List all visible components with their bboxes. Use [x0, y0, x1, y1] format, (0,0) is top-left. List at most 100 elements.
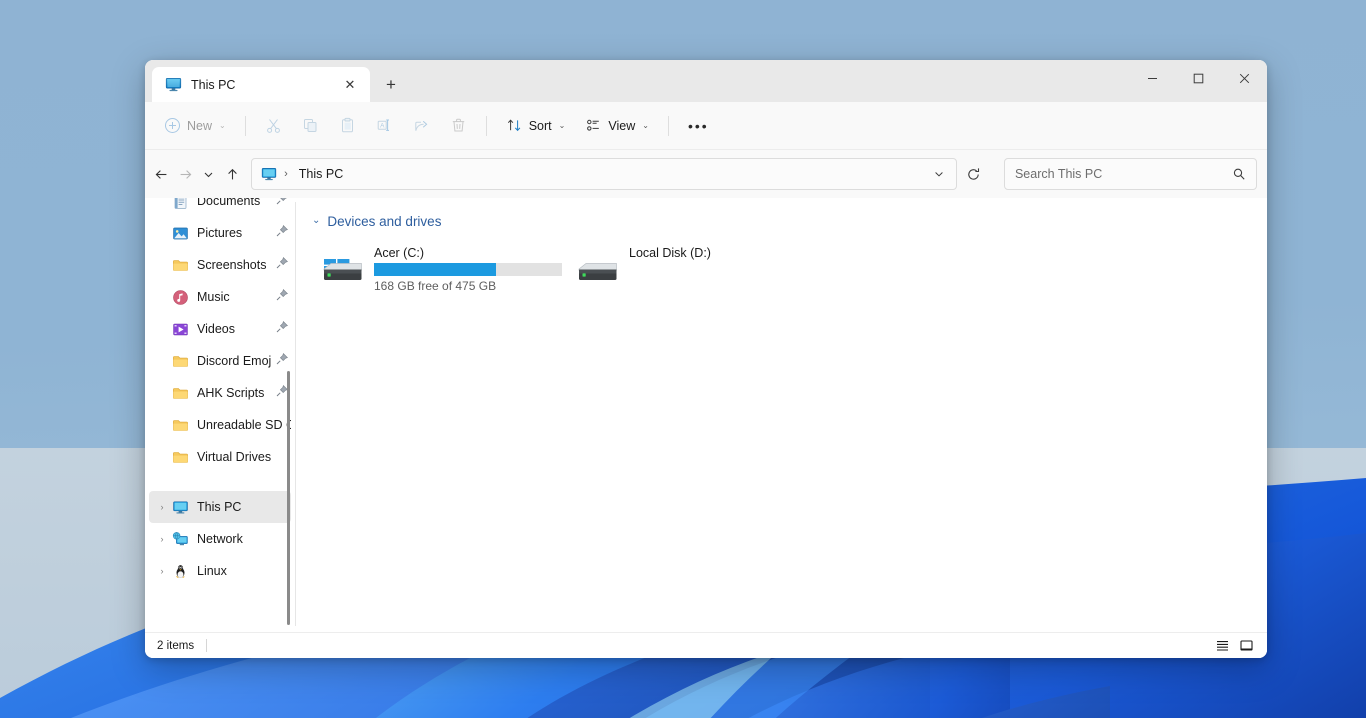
view-icon: [585, 117, 602, 134]
folder-icon: [172, 385, 189, 402]
nav-item-pictures[interactable]: Pictures: [149, 217, 291, 249]
search-icon[interactable]: [1228, 163, 1250, 185]
address-dropdown-button[interactable]: [926, 161, 952, 187]
toolbar-divider-3: [667, 115, 669, 136]
nav-label: Virtual Drives: [197, 450, 272, 464]
trash-icon: [450, 117, 467, 134]
sort-button-label: Sort: [528, 118, 552, 133]
paste-button[interactable]: [330, 110, 365, 142]
drive-name: Local Disk (D:): [629, 246, 711, 260]
network-icon: [172, 531, 189, 548]
drive-usage-bar: [374, 263, 562, 276]
chevron-right-icon[interactable]: ›: [153, 566, 171, 576]
nav-item-music[interactable]: Music: [149, 281, 291, 313]
sort-icon: [506, 117, 523, 134]
nav-label: Discord Emoj: [197, 354, 272, 368]
drive-free-space-text: 168 GB free of 475 GB: [374, 279, 497, 293]
chevron-down-icon: ⌄: [219, 121, 226, 130]
chevron-right-icon[interactable]: ›: [153, 534, 171, 544]
sidebar-item-label: Linux: [197, 564, 227, 578]
navigation-pane: Documents Pictures Screenshots Music Vid…: [145, 198, 295, 632]
paste-icon: [339, 117, 356, 134]
drive-item-d[interactable]: Local Disk (D:): [567, 238, 822, 296]
sidebar-item-label: This PC: [197, 500, 242, 514]
copy-button[interactable]: [293, 110, 328, 142]
nav-label: Documents: [197, 198, 261, 208]
chevron-right-icon[interactable]: ›: [153, 502, 171, 512]
drive-icon: [573, 243, 621, 287]
close-button[interactable]: [1221, 60, 1267, 96]
ellipsis-icon: •••: [687, 117, 709, 134]
back-button[interactable]: [151, 159, 173, 190]
pictures-icon: [172, 225, 189, 242]
tab-this-pc[interactable]: This PC ✕: [152, 67, 370, 102]
nav-item-documents[interactable]: Documents: [149, 198, 291, 217]
recent-locations-button[interactable]: [198, 159, 220, 190]
folder-icon: [172, 353, 189, 370]
list-view-button[interactable]: [1211, 636, 1233, 656]
search-input[interactable]: [1014, 167, 1228, 181]
new-tab-button[interactable]: +: [376, 69, 406, 99]
drive-name: Acer (C:): [374, 246, 424, 260]
videos-icon: [172, 321, 189, 338]
rename-icon: A: [376, 117, 393, 134]
window-body: Documents Pictures Screenshots Music Vid…: [145, 198, 1267, 632]
new-button-label: New: [187, 118, 213, 133]
nav-item-discord-emoji[interactable]: Discord Emoj: [149, 345, 291, 377]
tab-title: This PC: [191, 77, 236, 92]
view-button-label: View: [608, 118, 636, 133]
this-pc-icon: [172, 499, 189, 516]
delete-button[interactable]: [441, 110, 476, 142]
nav-label: Music: [197, 290, 230, 304]
music-icon: [172, 289, 189, 306]
address-bar[interactable]: › This PC: [251, 158, 958, 190]
content-pane[interactable]: ⌄ Devices and drives Acer (C:) 168 GB fr…: [296, 198, 1267, 632]
nav-label: Screenshots: [197, 258, 267, 272]
refresh-button[interactable]: [963, 159, 984, 190]
drive-info: Local Disk (D:): [629, 243, 816, 263]
sidebar-item-linux[interactable]: › Linux: [149, 555, 291, 587]
window-controls: [1129, 60, 1267, 96]
breadcrumb-this-pc[interactable]: This PC: [294, 164, 348, 184]
svg-text:A: A: [380, 122, 385, 129]
minimize-button[interactable]: [1129, 60, 1175, 96]
up-button[interactable]: [222, 159, 244, 190]
items-grid: Acer (C:) 168 GB free of 475 GB Local Di…: [312, 238, 1267, 296]
maximize-button[interactable]: [1175, 60, 1221, 96]
nav-item-screenshots[interactable]: Screenshots: [149, 249, 291, 281]
forward-button[interactable]: [175, 159, 197, 190]
view-button[interactable]: View ⌄: [576, 110, 658, 142]
folder-icon: [172, 417, 189, 434]
tab-strip: This PC ✕ +: [145, 60, 406, 102]
this-pc-icon: [261, 166, 277, 182]
details-view-button[interactable]: [1235, 636, 1257, 656]
navigation-scroll-area[interactable]: Documents Pictures Screenshots Music Vid…: [145, 198, 295, 632]
this-pc-icon: [165, 76, 182, 93]
nav-item-unreadable-sd-card[interactable]: Unreadable SD C: [149, 409, 291, 441]
drive-usage-fill: [374, 263, 497, 276]
item-count-status: 2 items: [157, 639, 195, 652]
title-bar: This PC ✕ +: [145, 60, 1267, 102]
scrollbar-thumb[interactable]: [287, 371, 290, 625]
nav-item-virtual-drives[interactable]: Virtual Drives: [149, 441, 291, 473]
share-button[interactable]: [404, 110, 439, 142]
new-button[interactable]: New ⌄: [155, 110, 235, 142]
sort-button[interactable]: Sort ⌄: [497, 110, 575, 142]
search-box[interactable]: [1003, 158, 1257, 190]
rename-button[interactable]: A: [367, 110, 402, 142]
folder-icon: [172, 257, 189, 274]
navigation-scrollbar[interactable]: [283, 198, 293, 632]
see-more-button[interactable]: •••: [679, 110, 718, 142]
cut-button[interactable]: [256, 110, 291, 142]
drive-item-c[interactable]: Acer (C:) 168 GB free of 475 GB: [312, 238, 567, 296]
share-icon: [413, 117, 430, 134]
group-header-devices-and-drives[interactable]: ⌄ Devices and drives: [312, 210, 1267, 232]
chevron-down-icon[interactable]: ⌄: [312, 216, 320, 226]
sidebar-item-network[interactable]: › Network: [149, 523, 291, 555]
tab-close-icon[interactable]: ✕: [338, 73, 362, 97]
system-drive-icon: [318, 243, 366, 287]
sidebar-item-this-pc[interactable]: › This PC: [149, 491, 291, 523]
nav-item-videos[interactable]: Videos: [149, 313, 291, 345]
nav-item-ahk-scripts[interactable]: AHK Scripts: [149, 377, 291, 409]
nav-group-gap: [145, 473, 295, 491]
